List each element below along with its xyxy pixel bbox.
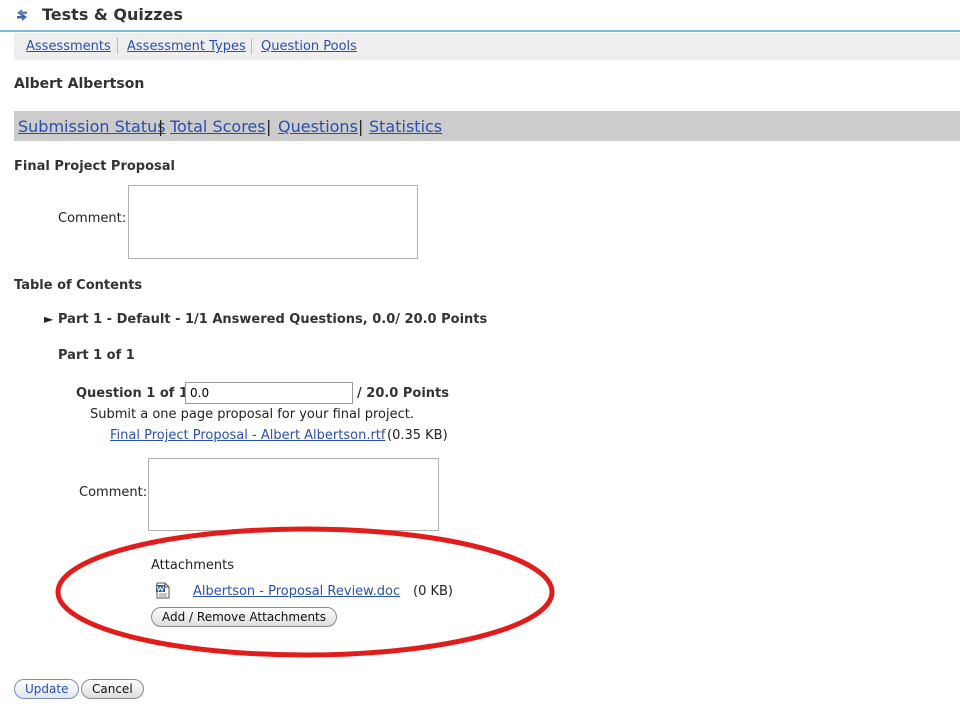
assessment-title: Final Project Proposal [14, 159, 176, 174]
cancel-button[interactable]: Cancel [81, 679, 144, 699]
student-name: Albert Albertson [14, 76, 145, 92]
attachment-file-link[interactable]: Albertson - Proposal Review.doc [193, 584, 400, 599]
part-label: Part 1 of 1 [58, 348, 135, 363]
tool-nav-bar: Assessments Assessment Types Question Po… [14, 33, 960, 60]
score-input[interactable] [185, 382, 353, 404]
sub-nav-statistics-link[interactable]: Statistics [369, 117, 442, 136]
nav-assessments-link[interactable]: Assessments [26, 39, 111, 54]
sub-nav-total-scores-link[interactable]: Total Scores [170, 117, 266, 136]
expand-arrow-icon[interactable]: ► [44, 312, 53, 326]
tests-quizzes-icon [17, 9, 27, 21]
word-document-icon [156, 582, 170, 599]
assessment-comment-label: Comment: [58, 211, 127, 226]
question-prompt: Submit a one page proposal for your fina… [90, 407, 414, 422]
toc-heading: Table of Contents [14, 278, 143, 293]
sub-nav-separator: | [358, 117, 364, 136]
sub-nav-submission-status-link[interactable]: Submission Status [18, 117, 166, 136]
grading-sub-nav: Submission Status | Total Scores | Quest… [14, 111, 960, 141]
sub-nav-separator: | [158, 117, 164, 136]
question-comment-label: Comment: [79, 485, 148, 500]
sub-nav-questions-link[interactable]: Questions [278, 117, 358, 136]
question-label: Question 1 of 1: [76, 386, 194, 401]
add-remove-attachments-button[interactable]: Add / Remove Attachments [151, 607, 338, 627]
nav-assessment-types-link[interactable]: Assessment Types [127, 39, 246, 54]
points-suffix: / 20.0 Points [357, 386, 449, 401]
nav-separator [117, 38, 118, 54]
attachments-heading: Attachments [151, 558, 234, 573]
question-comment-field[interactable] [148, 458, 439, 531]
nav-question-pools-link[interactable]: Question Pools [261, 39, 357, 54]
page-title: Tests & Quizzes [42, 5, 183, 24]
update-button[interactable]: Update [14, 679, 80, 699]
assessment-comment-field[interactable] [128, 185, 418, 259]
part-summary: Part 1 - Default - 1/1 Answered Question… [58, 312, 488, 327]
attachment-file-size: (0 KB) [413, 584, 453, 599]
submitted-file-link[interactable]: Final Project Proposal - Albert Albertso… [110, 428, 385, 443]
submitted-file-size: (0.35 KB) [387, 428, 448, 443]
nav-separator [251, 38, 252, 54]
highlight-ellipse [55, 526, 555, 658]
sub-nav-separator: | [266, 117, 272, 136]
